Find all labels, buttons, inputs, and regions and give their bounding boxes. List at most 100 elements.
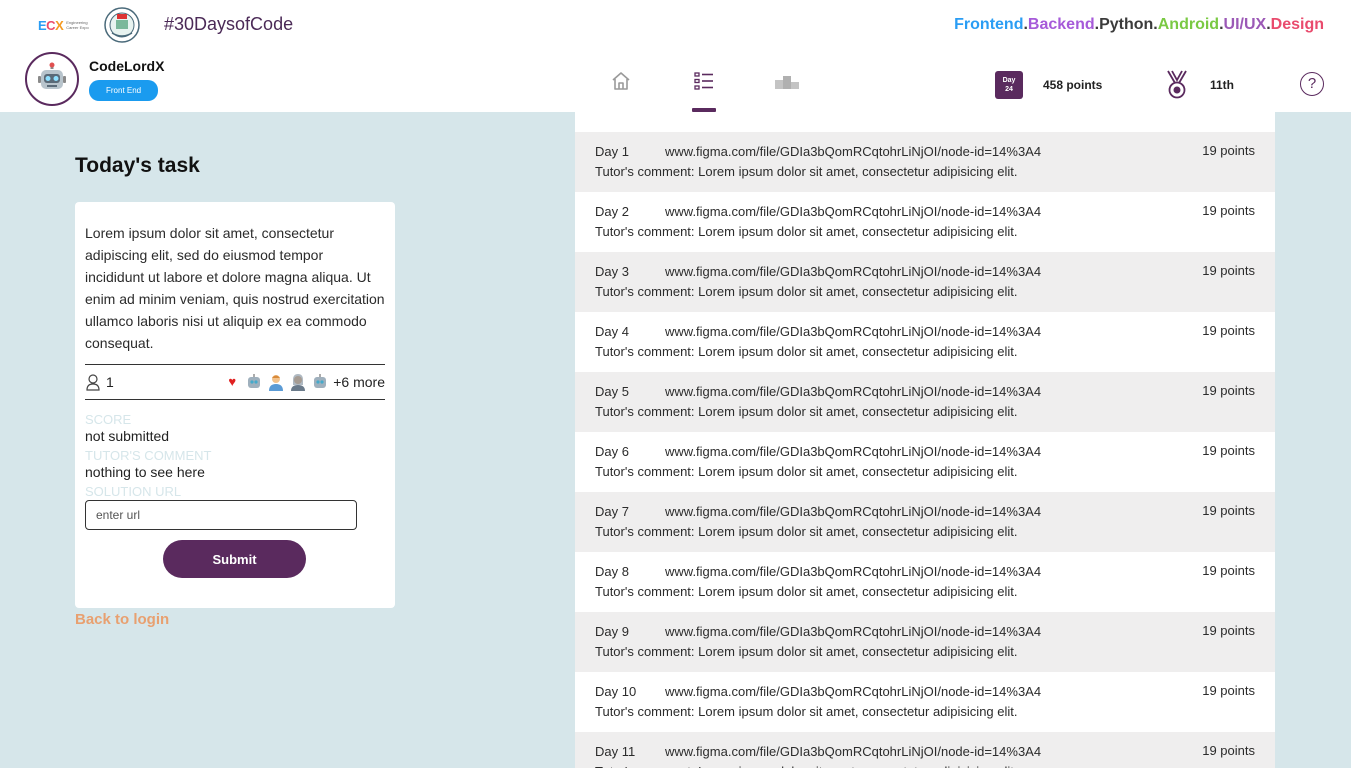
leaderboard-rank: 11th [1210,78,1235,92]
submission-day: Day 4 [595,324,629,339]
user-profile: CodeLordX Front End [25,52,164,106]
user-icon [86,374,100,391]
nav-leaderboard[interactable] [766,70,808,112]
submission-comment: Tutor's comment: Lorem ipsum dolor sit a… [595,224,1018,239]
submission-url[interactable]: www.figma.com/file/GDIa3bQomRCqtohrLiNjO… [665,323,1255,341]
university-crest-icon [104,7,140,43]
list-item[interactable]: Day 1 www.figma.com/file/GDIa3bQomRCqtohr… [575,132,1275,192]
submission-url[interactable]: www.figma.com/file/GDIa3bQomRCqtohrLiNjO… [665,743,1255,761]
submission-comment: Tutor's comment: Lorem ipsum dolor sit a… [595,763,1255,768]
heart-icon: ♥ [228,374,237,389]
list-item[interactable]: Day 8 www.figma.com/file/GDIa3bQomRCqtohr… [575,552,1275,612]
nav-home[interactable] [600,70,642,112]
submission-count[interactable]: 1 [85,373,114,391]
tutor-comment-label: TUTOR'S COMMENT [85,448,212,463]
submission-comment: Tutor's comment: Lorem ipsum dolor sit a… [595,404,1018,419]
submission-points: 19 points [1202,383,1255,398]
submission-day: Day 11 [595,744,636,759]
submission-day: Day 3 [595,264,629,279]
submission-url[interactable]: www.figma.com/file/GDIa3bQomRCqtohrLiNjO… [665,203,1255,221]
list-item[interactable]: Day 5 www.figma.com/file/GDIa3bQomRCqtohr… [575,372,1275,432]
current-day-badge: Day 24 [995,71,1023,99]
hashtag-title: #30DaysofCode [164,14,294,34]
home-icon [612,72,630,90]
task-description: Lorem ipsum dolor sit amet, consectetur … [85,225,385,351]
submission-points: 19 points [1202,203,1255,218]
track-badge[interactable]: Front End [89,80,159,101]
robot-avatar-icon [38,62,66,89]
submission-points: 19 points [1202,443,1255,458]
submission-url[interactable]: www.figma.com/file/GDIa3bQomRCqtohrLiNjO… [665,623,1255,641]
reaction-avatars[interactable]: ♥ +6 more [223,373,385,391]
submission-points: 19 points [1202,563,1255,578]
submission-url[interactable]: www.figma.com/file/GDIa3bQomRCqtohrLiNjO… [665,143,1255,161]
submission-comment: Tutor's comment: Lorem ipsum dolor sit a… [595,584,1018,599]
ecx-subtitle: Engineering Career Expo [66,20,89,30]
submission-url[interactable]: www.figma.com/file/GDIa3bQomRCqtohrLiNjO… [665,683,1255,701]
solution-url-input[interactable] [85,500,357,530]
list-item[interactable]: Day 6 www.figma.com/file/GDIa3bQomRCqtohr… [575,432,1275,492]
submission-day: Day 1 [595,144,629,159]
submission-points: 19 points [1202,503,1255,518]
submission-comment: Tutor's comment: Lorem ipsum dolor sit a… [595,344,1018,359]
submission-url[interactable]: www.figma.com/file/GDIa3bQomRCqtohrLiNjO… [665,383,1255,401]
submit-button[interactable]: Submit [163,540,306,578]
submission-comment: Tutor's comment: Lorem ipsum dolor sit a… [595,464,1018,479]
list-item[interactable]: Day 11 www.figma.com/file/GDIa3bQomRCqtoh… [575,732,1275,768]
submission-url[interactable]: www.figma.com/file/GDIa3bQomRCqtohrLiNjO… [665,563,1255,581]
submission-day: Day 8 [595,564,629,579]
submission-url[interactable]: www.figma.com/file/GDIa3bQomRCqtohrLiNjO… [665,263,1255,281]
tutor-comment-value: nothing to see here [85,464,205,480]
top-bar: ECX Engineering Career Expo #30DaysofCod… [0,0,1351,112]
submission-count-value: 1 [106,374,114,390]
solution-url-label: SOLUTION URL [85,484,182,499]
back-to-login-link[interactable]: Back to login [75,611,169,628]
submissions-list[interactable]: Day 1 www.figma.com/file/GDIa3bQomRCqtohr… [575,112,1275,768]
submission-points: 19 points [1202,143,1255,158]
avatar[interactable] [25,52,79,106]
robot-avatar-icon [314,374,327,388]
list-item[interactable]: Day 7 www.figma.com/file/GDIa3bQomRCqtohr… [575,492,1275,552]
medal-icon [1167,70,1187,99]
total-points: 458 points [1043,78,1103,92]
submission-points: 19 points [1202,263,1255,278]
submission-day: Day 6 [595,444,629,459]
reactions-bar: 1 ♥ +6 more [85,364,385,400]
task-list-icon [694,72,713,90]
ecx-logo: ECX Engineering Career Expo [38,18,92,33]
list-item[interactable]: Day 4 www.figma.com/file/GDIa3bQomRCqtohr… [575,312,1275,372]
tracks-banner: Frontend.Backend.Python.Android.UI/UX.De… [954,16,1324,33]
submission-day: Day 10 [595,684,637,699]
submission-url[interactable]: www.figma.com/file/GDIa3bQomRCqtohrLiNjO… [665,443,1255,461]
list-item[interactable]: Day 2 www.figma.com/file/GDIa3bQomRCqtohr… [575,192,1275,252]
submission-day: Day 7 [595,504,629,519]
submission-comment: Tutor's comment: Lorem ipsum dolor sit a… [595,524,1018,539]
submission-url[interactable]: www.figma.com/file/GDIa3bQomRCqtohrLiNjO… [665,503,1255,521]
submission-points: 19 points [1202,623,1255,638]
task-card: Lorem ipsum dolor sit amet, consectetur … [75,202,395,608]
list-item[interactable]: Day 3 www.figma.com/file/GDIa3bQomRCqtohr… [575,252,1275,312]
submission-points: 19 points [1202,323,1255,338]
help-button[interactable]: ? [1300,72,1324,96]
nav-tasks[interactable] [683,70,725,112]
score-label: SCORE [85,412,132,427]
list-item[interactable]: Day 10 www.figma.com/file/GDIa3bQomRCqtoh… [575,672,1275,732]
username: CodeLordX [89,58,165,74]
submission-day: Day 9 [595,624,629,639]
task-title: Today's task [75,154,200,177]
person-avatar-icon [291,374,306,391]
main-nav [600,70,849,112]
submission-points: 19 points [1202,743,1255,758]
submission-points: 19 points [1202,683,1255,698]
submission-comment: Tutor's comment: Lorem ipsum dolor sit a… [595,644,1018,659]
reactions-more: +6 more [333,374,385,390]
submission-day: Day 2 [595,204,629,219]
submission-comment: Tutor's comment: Lorem ipsum dolor sit a… [595,704,1018,719]
list-item[interactable]: Day 9 www.figma.com/file/GDIa3bQomRCqtohr… [575,612,1275,672]
submission-comment: Tutor's comment: Lorem ipsum dolor sit a… [595,164,1018,179]
brand-logos: ECX Engineering Career Expo [38,6,142,44]
score-value: not submitted [85,428,170,444]
submission-day: Day 5 [595,384,629,399]
person-avatar-icon [269,375,284,391]
podium-icon [775,76,799,89]
